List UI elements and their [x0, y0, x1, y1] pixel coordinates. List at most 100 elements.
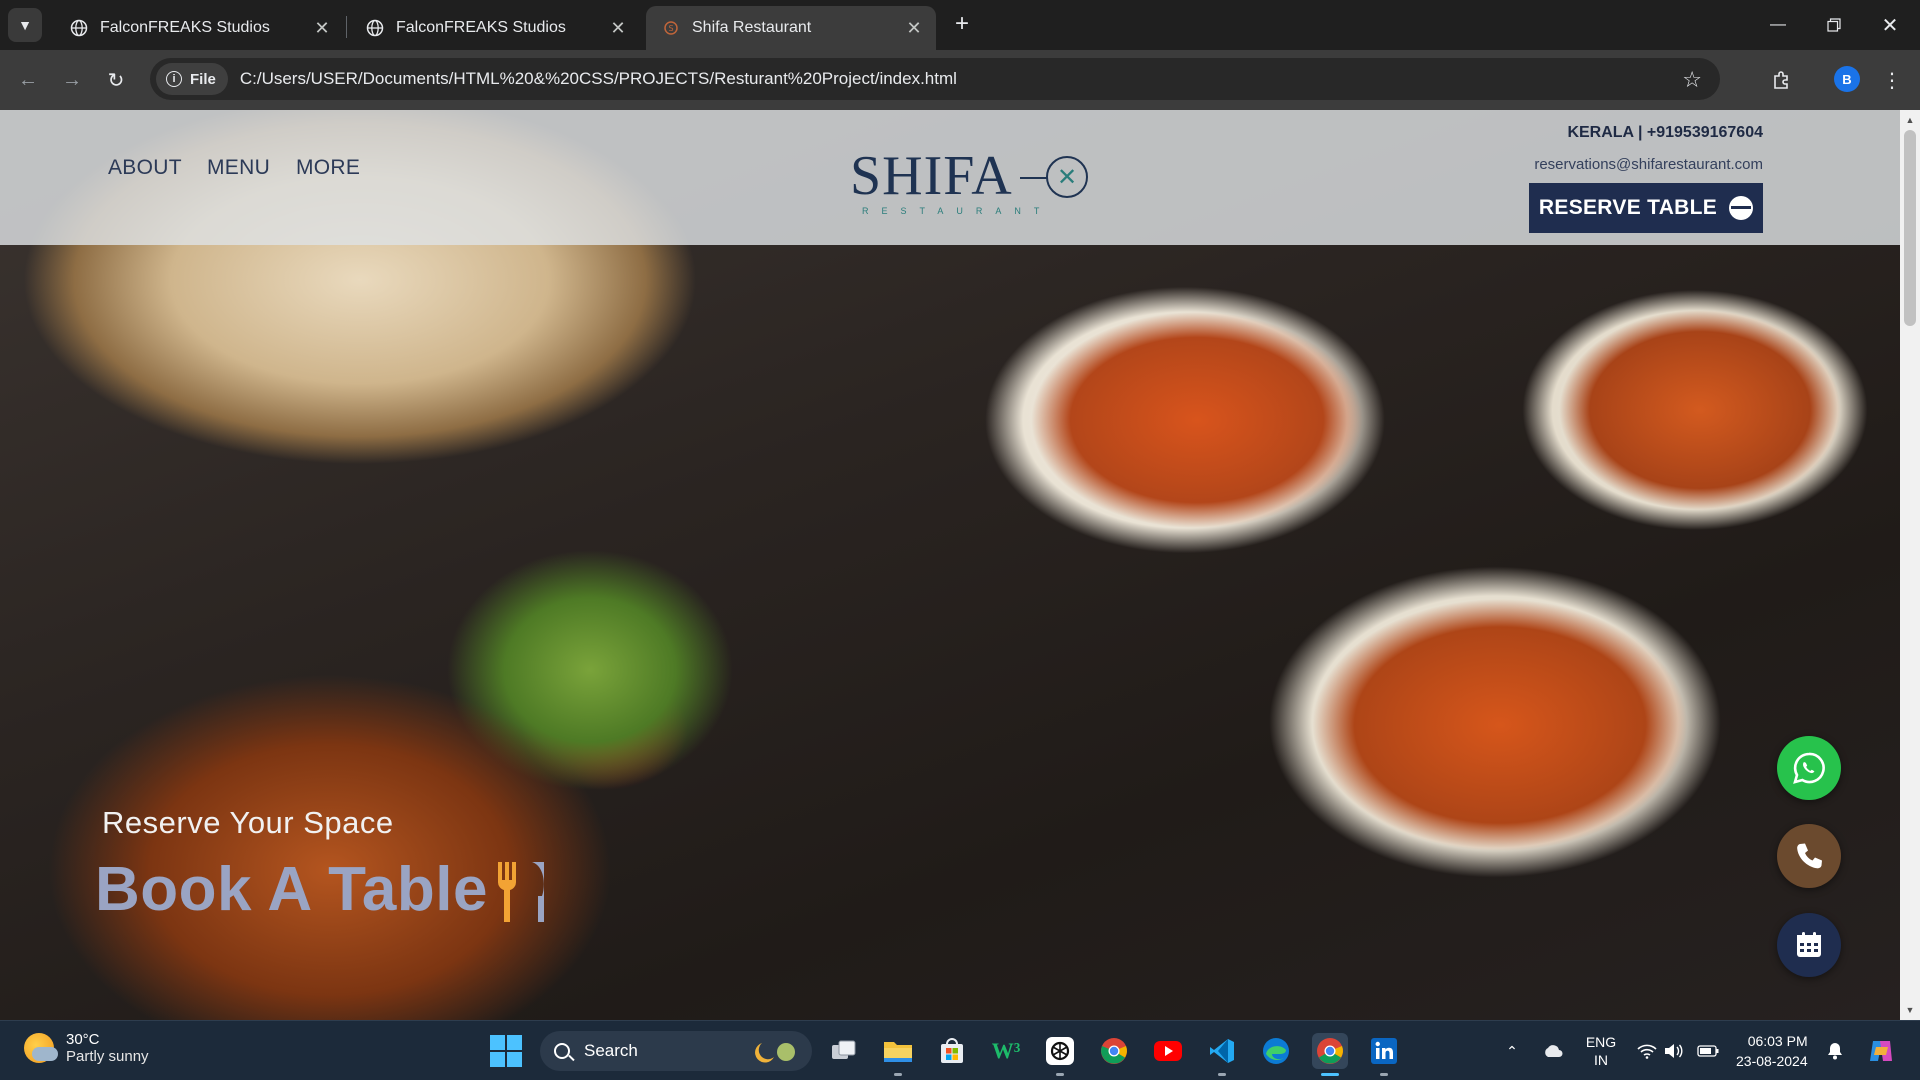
reload-button[interactable]: ↻: [100, 64, 132, 96]
search-highlight-moon-icon: [755, 1043, 795, 1063]
onedrive-cloud-icon[interactable]: [1538, 1021, 1568, 1080]
globe-icon: [70, 19, 88, 37]
menu-button[interactable]: ⋮: [1876, 64, 1908, 96]
restaurant-logo[interactable]: SHIFA ✕ RESTAURANT: [850, 146, 1090, 218]
tab-shifa-restaurant[interactable]: S Shifa Restaurant ✕: [646, 6, 936, 50]
close-window-button[interactable]: ✕: [1862, 0, 1918, 50]
browser-tabstrip: ▼ FalconFREAKS Studios ✕ FalconFREAKS St…: [0, 0, 1920, 50]
svg-text:S: S: [668, 24, 673, 33]
clock-time: 06:03 PM: [1747, 1033, 1808, 1049]
arrow-left-icon: ←: [18, 68, 38, 91]
chatgpt-icon[interactable]: [1042, 1033, 1078, 1069]
new-tab-button[interactable]: +: [948, 10, 976, 38]
language-indicator[interactable]: ENG IN: [1578, 1021, 1624, 1080]
phone-icon: [1797, 843, 1822, 869]
running-indicator: [1380, 1073, 1388, 1076]
logo-cross-cutlery-icon: ✕: [1046, 156, 1088, 198]
close-icon[interactable]: ✕: [606, 16, 630, 40]
site-header: ABOUT MENU MORE SHIFA ✕ RESTAURANT KERAL…: [0, 110, 1900, 245]
reserve-table-label: RESERVE TABLE: [1538, 196, 1718, 219]
forward-button[interactable]: →: [56, 64, 88, 96]
linkedin-icon[interactable]: [1366, 1033, 1402, 1069]
vscode-icon[interactable]: [1204, 1033, 1240, 1069]
weather-widget[interactable]: 30°C Partly sunny: [24, 1031, 149, 1065]
restore-button[interactable]: [1806, 0, 1862, 50]
site-info-chip[interactable]: i File: [156, 63, 228, 95]
windows-taskbar: 30°C Partly sunny Search W³ ⌃ ENG IN 06:…: [0, 1020, 1920, 1080]
microsoft-store-icon[interactable]: [934, 1033, 970, 1069]
screen: ▼ FalconFREAKS Studios ✕ FalconFREAKS St…: [0, 0, 1920, 1080]
chevron-up-icon[interactable]: ⌃: [1500, 1021, 1524, 1080]
file-explorer-icon[interactable]: [880, 1033, 916, 1069]
restaurant-favicon-icon: S: [662, 19, 680, 37]
tab-divider: [346, 16, 347, 38]
calendar-booking-button[interactable]: [1777, 913, 1841, 977]
whatsapp-icon: [1793, 752, 1825, 784]
fork-knife-icon: [497, 862, 544, 922]
tab-title: FalconFREAKS Studios: [100, 19, 270, 36]
partly-sunny-icon: [24, 1033, 58, 1063]
tab-title: Shifa Restaurant: [692, 19, 812, 36]
nav-more[interactable]: MORE: [296, 156, 360, 180]
dish-cover-icon: [1729, 196, 1754, 220]
chevron-down-icon: ▼: [18, 17, 32, 33]
calendar-icon: [1797, 932, 1821, 957]
reservation-email[interactable]: reservations@shifarestaurant.com: [1534, 156, 1763, 173]
task-view-icon[interactable]: [826, 1033, 862, 1069]
reserve-table-button[interactable]: RESERVE TABLE: [1529, 183, 1763, 233]
windows-start-icon[interactable]: [490, 1035, 522, 1067]
tab-falconfreaks-2[interactable]: FalconFREAKS Studios ✕: [350, 6, 640, 50]
browser-toolbar: ← → ↻ i File C:/Users/USER/Documents/HTM…: [0, 50, 1920, 110]
notification-bell-icon[interactable]: [1824, 1021, 1846, 1080]
reload-icon: ↻: [107, 69, 125, 92]
url-text[interactable]: C:/Users/USER/Documents/HTML%20&%20CSS/P…: [240, 69, 957, 89]
edge-icon[interactable]: [1258, 1033, 1294, 1069]
scroll-up-arrow-icon[interactable]: ▲: [1900, 112, 1920, 128]
tab-falconfreaks-1[interactable]: FalconFREAKS Studios ✕: [54, 6, 344, 50]
youtube-icon[interactable]: [1150, 1033, 1186, 1069]
wifi-icon[interactable]: [1636, 1021, 1658, 1080]
puzzle-icon: [1774, 71, 1788, 89]
region-label: IN: [1594, 1052, 1608, 1068]
nav-menu[interactable]: MENU: [207, 156, 270, 180]
page-scrollbar[interactable]: ▲ ▼: [1900, 110, 1920, 1020]
active-app-indicator: [1321, 1073, 1339, 1076]
address-bar[interactable]: i File C:/Users/USER/Documents/HTML%20&%…: [150, 58, 1720, 100]
location-phone[interactable]: KERALA | +919539167604: [1567, 124, 1763, 142]
nav-about[interactable]: ABOUT: [108, 156, 182, 180]
weather-temp: 30°C: [66, 1031, 100, 1048]
phone-call-button[interactable]: [1777, 824, 1841, 888]
close-icon[interactable]: ✕: [902, 16, 926, 40]
tab-title: FalconFREAKS Studios: [396, 19, 566, 36]
chrome-active-icon[interactable]: [1312, 1033, 1348, 1069]
whatsapp-button[interactable]: [1777, 736, 1841, 800]
restore-icon: [1827, 18, 1841, 32]
search-icon: [554, 1043, 570, 1059]
taskbar-search[interactable]: Search: [540, 1031, 812, 1071]
volume-icon[interactable]: [1662, 1021, 1684, 1080]
logo-wordmark: SHIFA: [850, 145, 1013, 207]
language-label: ENG: [1585, 1034, 1617, 1050]
scrollbar-thumb[interactable]: [1904, 130, 1916, 326]
scheme-label: File: [190, 70, 216, 88]
hero-title: Book A Table: [95, 855, 488, 924]
kebab-menu-icon: ⋮: [1882, 69, 1902, 92]
bookmark-star-icon[interactable]: ☆: [1682, 67, 1702, 93]
globe-icon: [366, 19, 384, 37]
scroll-down-arrow-icon[interactable]: ▼: [1900, 1002, 1920, 1018]
battery-icon[interactable]: [1696, 1021, 1720, 1080]
w3schools-icon[interactable]: W³: [988, 1033, 1024, 1069]
back-button[interactable]: ←: [12, 64, 44, 96]
tab-search-button[interactable]: ▼: [8, 8, 42, 42]
extensions-button[interactable]: [1766, 64, 1798, 96]
profile-avatar[interactable]: B: [1834, 66, 1860, 92]
info-icon: i: [166, 71, 182, 87]
system-clock[interactable]: 06:03 PM 23-08-2024: [1736, 1031, 1808, 1071]
taskbar-search-label: Search: [584, 1041, 638, 1060]
chrome-icon[interactable]: [1096, 1033, 1132, 1069]
running-indicator: [1218, 1073, 1226, 1076]
close-icon[interactable]: ✕: [310, 16, 334, 40]
minimize-button[interactable]: —: [1750, 0, 1806, 50]
copilot-icon[interactable]: [1864, 1021, 1898, 1080]
weather-condition: Partly sunny: [66, 1048, 149, 1065]
